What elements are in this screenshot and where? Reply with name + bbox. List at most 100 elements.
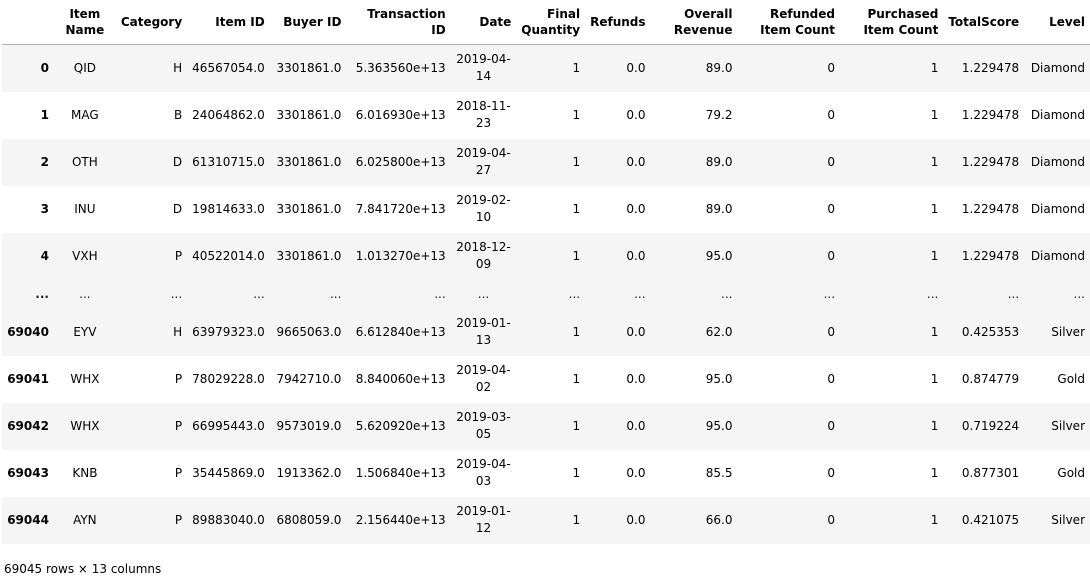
table-cell: WHX [70,372,100,386]
table-cell: 2019-03-05 [456,410,511,441]
row-index: 69042 [7,419,49,433]
table-row: 69040 EYV H 63979323.0 9665063.0 6.612840e+13… [2,308,1090,356]
table-cell: 1 [572,419,581,433]
dataframe-output: Item Name Category Item ID Buyer ID Tran… [0,0,1090,587]
table-cell: 2.156440e+13 [355,513,446,527]
table-cell: 2019-01-12 [456,504,511,535]
table-cell: Diamond [1030,108,1085,122]
column-header: Item Name [53,0,116,45]
ellipsis-row: ........................................… [2,279,1090,309]
ellipsis-cell: ... [434,287,446,301]
table-cell: 5.620920e+13 [355,419,446,433]
header-row: Item Name Category Item ID Buyer ID Tran… [2,0,1090,45]
row-index: 0 [40,61,49,76]
table-cell: 46567054.0 [192,61,265,76]
column-header: Refunds [585,0,651,45]
table-cell: P [174,419,183,433]
table-cell: 2019-01-13 [456,316,511,347]
table-cell: 1.229478 [961,202,1020,216]
table-cell: 3301861.0 [276,155,342,169]
table-cell: 89.0 [705,202,733,216]
table-cell: 1 [572,249,581,263]
table-row: 3 INU D 19814633.0 3301861.0 7.841720e+13 2019… [2,186,1090,233]
table-row: 69041 WHX P 78029228.0 7942710.0 8.840060e+13… [2,356,1090,403]
ellipsis-cell: ... [170,287,183,301]
table-cell: 1.229478 [961,249,1020,263]
table-cell: D [172,202,183,216]
table-cell: 2019-04-02 [456,363,511,394]
table-cell: 1 [572,325,581,339]
table-cell: 0 [827,372,836,386]
column-header: Transaction ID [346,0,451,45]
table-cell: P [174,249,183,263]
table-cell: 62.0 [705,325,733,339]
table-cell: 0 [827,419,836,433]
row-index: 1 [40,108,49,122]
table-cell: 0.0 [626,513,646,527]
row-count-summary: 69045 rows × 13 columns [4,562,162,576]
column-header: Category [115,0,188,45]
table-cell: 1 [930,466,939,480]
table-cell: 1 [930,155,939,169]
table-cell: 9573019.0 [276,419,342,433]
table-cell: 0.0 [626,155,646,169]
ellipsis-cell: ... [329,287,342,301]
table-cell: OTH [71,155,98,169]
ellipsis-cell: ... [568,287,581,301]
table-cell: 0 [827,61,836,76]
table-row: 69043 KNB P 35445869.0 1913362.0 1.506840e+13… [2,450,1090,497]
table-cell: 0 [827,325,836,339]
table-cell: 0.719224 [961,419,1020,433]
column-header: Buyer ID [269,0,347,45]
table-row: 69042 WHX P 66995443.0 9573019.0 5.620920e+13… [2,402,1090,450]
table-cell: 1.013270e+13 [355,249,446,263]
table-cell: 0.0 [626,372,646,386]
table-cell: 2019-04-03 [456,457,511,488]
table-cell: 1913362.0 [276,466,342,480]
table-cell: P [174,513,183,527]
table-cell: Diamond [1030,249,1085,263]
table-cell: 5.363560e+13 [355,61,446,76]
table-cell: 89.0 [705,155,733,169]
table-cell: H [173,61,183,76]
column-header: TotalScore [943,0,1025,45]
table-cell: 1 [572,61,581,76]
table-cell: EYV [73,325,97,339]
table-cell: Gold [1057,466,1085,480]
table-cell: 3301861.0 [276,202,342,216]
table-cell: 0.0 [626,419,646,433]
table-cell: 0 [827,249,836,263]
table-cell: 0.0 [626,202,646,216]
table-cell: 0 [827,155,836,169]
table-cell: 89883040.0 [192,513,265,527]
table-cell: 6.612840e+13 [355,325,446,339]
table-cell: 1 [930,61,939,76]
ellipsis-cell: ... [35,287,49,301]
ellipsis-cell: ... [79,287,91,301]
table-row: 4 VXH P 40522014.0 3301861.0 1.013270e+13 2018… [2,232,1090,280]
column-header: Purchased Item Count [840,0,944,45]
table-cell: 1 [930,202,939,216]
table-cell: 8.840060e+13 [355,372,446,386]
ellipsis-cell: ... [477,287,490,301]
table-cell: 1.229478 [961,108,1020,122]
table-cell: 2019-02-10 [456,193,511,224]
table-cell: 2019-04-14 [456,52,511,84]
row-index: 4 [40,249,49,263]
table-cell: 0.877301 [961,466,1020,480]
table-cell: 1 [930,513,939,527]
table-cell: 0 [827,466,836,480]
table-cell: P [174,372,183,386]
ellipsis-cell: ... [721,287,733,301]
table-cell: 40522014.0 [192,249,265,263]
table-cell: 95.0 [705,372,733,386]
column-header: Final Quantity [516,0,586,45]
ellipsis-cell: ... [1073,287,1085,301]
table-body: 0 QID H 46567054.0 3301861.0 5.363560e+13 2019… [2,44,1090,544]
table-cell: D [172,155,183,169]
table-cell: 9665063.0 [276,325,342,339]
table-cell: VXH [72,249,98,263]
table-cell: WHX [70,419,100,433]
table-cell: 66.0 [705,513,733,527]
table-cell: 1 [572,372,581,386]
